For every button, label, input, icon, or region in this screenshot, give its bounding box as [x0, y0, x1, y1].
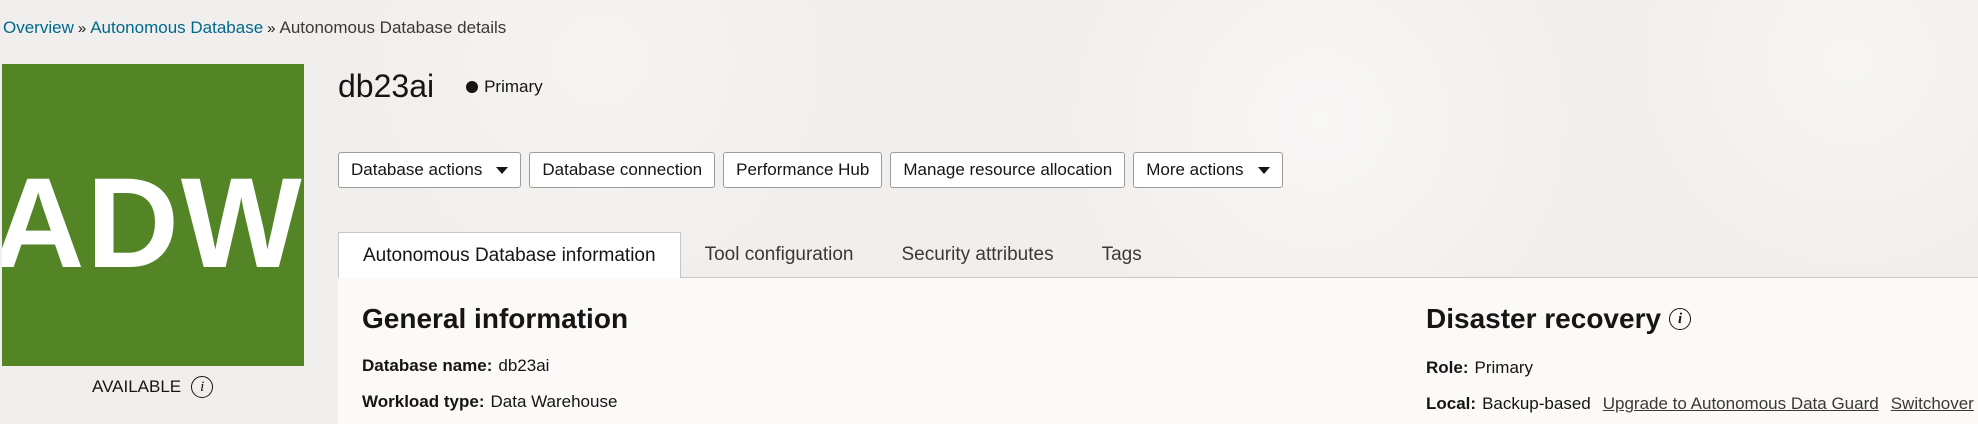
database-name-label: Database name: — [362, 356, 493, 375]
database-actions-button[interactable]: Database actions — [338, 152, 522, 188]
page-title: db23ai — [338, 68, 435, 104]
details-panel: General information Database name: db23a… — [338, 278, 1978, 424]
tab-tags[interactable]: Tags — [1078, 232, 1166, 278]
breadcrumb: Overview » Autonomous Database » Autonom… — [3, 18, 506, 38]
manage-resource-allocation-button[interactable]: Manage resource allocation — [890, 152, 1126, 188]
workload-type-row: Workload type: Data Warehouse — [362, 392, 617, 412]
title-row: db23ai Primary — [338, 68, 543, 105]
more-actions-button[interactable]: More actions — [1133, 152, 1283, 188]
performance-hub-button[interactable]: Performance Hub — [723, 152, 883, 188]
info-icon[interactable]: i — [1669, 308, 1692, 330]
local-value: Backup-based — [1482, 394, 1591, 413]
tab-security-attributes[interactable]: Security attributes — [878, 232, 1078, 278]
caret-down-icon — [1257, 166, 1270, 174]
database-connection-button[interactable]: Database connection — [529, 152, 716, 188]
role-label: Role: — [1426, 358, 1469, 377]
adw-logo-tile: ADW — [2, 64, 304, 366]
database-name-value: db23ai — [498, 356, 550, 375]
page: Overview » Autonomous Database » Autonom… — [0, 0, 1978, 424]
lifecycle-status: AVAILABLE i — [92, 376, 214, 398]
disaster-recovery-heading: Disaster recovery i — [1426, 303, 1692, 335]
breadcrumb-current: Autonomous Database details — [279, 18, 507, 37]
general-information-title: General information — [362, 303, 629, 334]
local-row: Local: Backup-based Upgrade to Autonomou… — [1426, 394, 1974, 414]
database-actions-label: Database actions — [351, 160, 483, 179]
action-toolbar: Database actions Database connection Per… — [338, 152, 1283, 188]
breadcrumb-separator: » — [267, 19, 276, 37]
caret-down-icon — [496, 166, 509, 174]
breadcrumb-autonomous-database-link[interactable]: Autonomous Database — [90, 18, 263, 38]
workload-type-label: Workload type: — [362, 392, 485, 411]
tab-bar: Autonomous Database information Tool con… — [338, 232, 1978, 279]
switchover-link[interactable]: Switchover — [1891, 394, 1974, 414]
general-information-heading: General information — [362, 303, 628, 335]
tab-tool-configuration[interactable]: Tool configuration — [681, 232, 878, 278]
tab-autonomous-database-information[interactable]: Autonomous Database information — [338, 232, 681, 279]
workload-type-value: Data Warehouse — [490, 392, 618, 411]
info-icon[interactable]: i — [191, 376, 214, 398]
role-row: Role: Primary — [1426, 358, 1533, 378]
breadcrumb-overview-link[interactable]: Overview — [3, 18, 74, 38]
logo-text: ADW — [2, 152, 304, 295]
breadcrumb-separator: » — [77, 19, 87, 37]
local-label: Local: — [1426, 394, 1477, 413]
role-badge-label: Primary — [484, 76, 543, 96]
upgrade-to-autonomous-data-guard-link[interactable]: Upgrade to Autonomous Data Guard — [1603, 394, 1879, 414]
role-badge: Primary — [466, 77, 543, 97]
database-name-row: Database name: db23ai — [362, 356, 549, 376]
disaster-recovery-title: Disaster recovery — [1426, 303, 1662, 334]
status-dot-icon — [466, 80, 479, 93]
role-value: Primary — [1474, 358, 1534, 377]
status-label: AVAILABLE — [92, 377, 182, 396]
more-actions-label: More actions — [1146, 160, 1244, 179]
